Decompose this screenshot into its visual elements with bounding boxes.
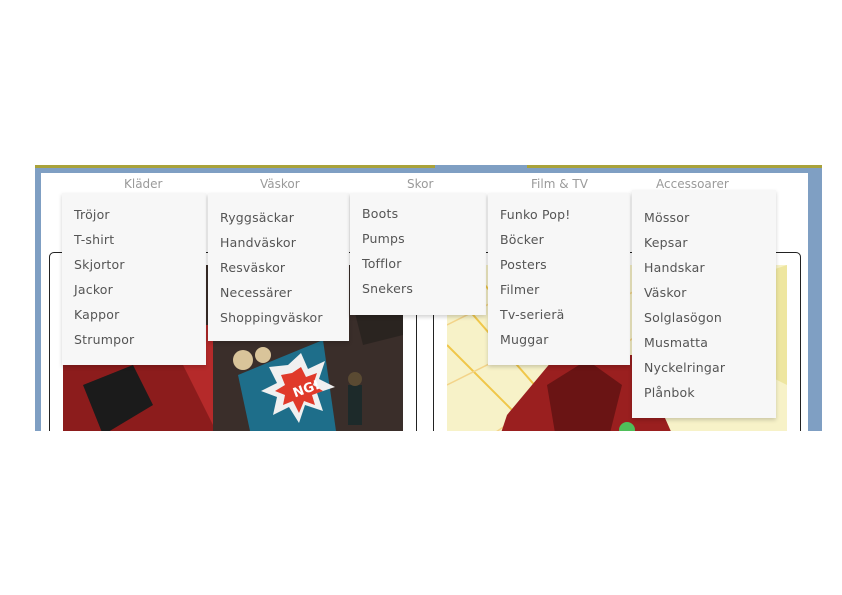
menu-item-resvaskor[interactable]: Resväskor [220, 260, 285, 275]
menu-item-handvaskor[interactable]: Handväskor [220, 235, 296, 250]
nav-item-accessoarer[interactable]: Accessoarer [656, 177, 729, 191]
dropdown-vaskor: Ryggsäckar Handväskor Resväskor Necessär… [208, 193, 349, 341]
menu-item-tv-serier[interactable]: Tv-serierä [500, 307, 565, 322]
menu-item-snekers[interactable]: Snekers [362, 281, 413, 296]
nav-item-film-tv[interactable]: Film & TV [531, 177, 588, 191]
menu-item-mossor[interactable]: Mössor [644, 210, 689, 225]
menu-item-tshirt[interactable]: T-shirt [74, 232, 114, 247]
menu-item-skjortor[interactable]: Skjortor [74, 257, 125, 272]
menu-item-vaskor-acc[interactable]: Väskor [644, 285, 687, 300]
menu-item-solglasogon[interactable]: Solglasögon [644, 310, 722, 325]
menu-item-kepsar[interactable]: Kepsar [644, 235, 688, 250]
menu-item-planbok[interactable]: Plånbok [644, 385, 695, 400]
dropdown-film-tv: Funko Pop! Böcker Posters Filmer Tv-seri… [488, 193, 630, 365]
menu-item-trojor[interactable]: Tröjor [74, 207, 110, 222]
menu-item-ryggsackar[interactable]: Ryggsäckar [220, 210, 294, 225]
menu-item-shoppingvaskor[interactable]: Shoppingväskor [220, 310, 323, 325]
menu-item-kappor[interactable]: Kappor [74, 307, 120, 322]
dropdown-klader: Tröjor T-shirt Skjortor Jackor Kappor St… [62, 193, 206, 365]
menu-item-boots[interactable]: Boots [362, 206, 398, 221]
menu-item-pumps[interactable]: Pumps [362, 231, 405, 246]
menu-item-jackor[interactable]: Jackor [74, 282, 113, 297]
nav-item-skor[interactable]: Skor [407, 177, 433, 191]
menu-item-handskar[interactable]: Handskar [644, 260, 705, 275]
menu-item-muggar[interactable]: Muggar [500, 332, 549, 347]
menu-item-bocker[interactable]: Böcker [500, 232, 544, 247]
menu-item-posters[interactable]: Posters [500, 257, 547, 272]
nav-item-klader[interactable]: Kläder [124, 177, 163, 191]
top-accent-bar [35, 165, 822, 168]
menu-item-tofflor[interactable]: Tofflor [362, 256, 402, 271]
menu-item-musmatta[interactable]: Musmatta [644, 335, 708, 350]
menu-item-filmer[interactable]: Filmer [500, 282, 539, 297]
dropdown-accessoarer: Mössor Kepsar Handskar Väskor Solglasögo… [632, 190, 776, 418]
menu-item-strumpor[interactable]: Strumpor [74, 332, 134, 347]
menu-item-funko-pop[interactable]: Funko Pop! [500, 207, 570, 222]
nav-item-vaskor[interactable]: Väskor [260, 177, 300, 191]
menu-item-nyckelringar[interactable]: Nyckelringar [644, 360, 725, 375]
main-navigation: Kläder Väskor Skor Film & TV Accessoarer [41, 173, 808, 191]
top-bar-segment [435, 165, 527, 168]
menu-item-necessarer[interactable]: Necessärer [220, 285, 292, 300]
dropdown-skor: Boots Pumps Tofflor Snekers [350, 193, 486, 315]
